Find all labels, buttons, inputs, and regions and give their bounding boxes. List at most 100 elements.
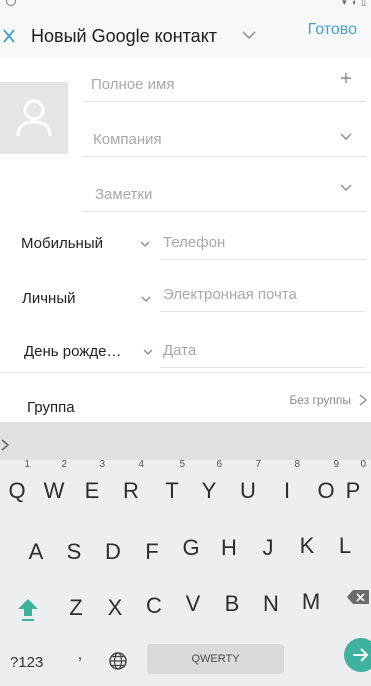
- status-icons: ▾ ◖ ▯: [342, 0, 367, 7]
- phone-input[interactable]: Телефон: [160, 220, 366, 260]
- key-g[interactable]: G: [176, 530, 206, 566]
- shift-key[interactable]: [14, 594, 42, 624]
- key-q[interactable]: Q1: [2, 459, 32, 509]
- key-o[interactable]: O9: [311, 459, 341, 509]
- comma-label: ,: [77, 646, 83, 663]
- person-icon: [16, 99, 52, 137]
- phone-type-label: Мобильный: [21, 235, 103, 252]
- notes-placeholder: Заметки: [95, 186, 153, 203]
- date-type-label: День рожде…: [24, 343, 122, 360]
- keyboard: Q1 W2 E3 R4 T5 Y6 U7 I8 O9 P0 A S D F G …: [0, 422, 371, 686]
- key-l[interactable]: L: [330, 528, 360, 564]
- key-hint: 9: [333, 459, 339, 470]
- key-hint: 4: [138, 459, 144, 470]
- chevron-down-icon[interactable]: [241, 27, 257, 43]
- key-u[interactable]: U7: [233, 459, 263, 509]
- app-header: Новый Google контакт Готово: [0, 14, 371, 58]
- status-icon: [6, 0, 16, 6]
- chevron-down-icon: [141, 296, 151, 302]
- key-label: Q: [8, 478, 26, 503]
- key-b[interactable]: B: [217, 586, 247, 622]
- group-label: Группа: [27, 399, 75, 416]
- status-bar: ▾ ◖ ▯: [0, 0, 371, 14]
- key-y[interactable]: Y6: [194, 459, 224, 509]
- globe-icon: [109, 652, 127, 670]
- key-hint: 0: [360, 459, 366, 470]
- done-button[interactable]: Готово: [308, 21, 357, 39]
- key-label: W: [43, 478, 65, 503]
- email-input[interactable]: Электронная почта: [160, 272, 366, 312]
- company-field[interactable]: Компания: [83, 117, 366, 157]
- company-placeholder: Компания: [93, 131, 162, 148]
- key-m[interactable]: M: [296, 584, 326, 620]
- chevron-right-icon[interactable]: [0, 438, 10, 452]
- key-label: P: [345, 478, 361, 503]
- page-title[interactable]: Новый Google контакт: [31, 26, 217, 47]
- phone-type-dropdown[interactable]: Мобильный: [21, 235, 151, 257]
- backspace-icon: [347, 590, 369, 604]
- key-j[interactable]: J: [253, 530, 283, 566]
- key-label: T: [165, 478, 179, 503]
- key-h[interactable]: H: [214, 530, 244, 566]
- email-placeholder: Электронная почта: [163, 286, 297, 303]
- key-i[interactable]: I8: [272, 459, 302, 509]
- key-label: E: [84, 478, 100, 503]
- phone-placeholder: Телефон: [163, 234, 226, 251]
- key-t[interactable]: T5: [157, 459, 187, 509]
- key-label: O: [317, 478, 335, 503]
- email-type-label: Личный: [22, 290, 76, 307]
- key-hint: 2: [61, 459, 67, 470]
- chevron-down-icon[interactable]: [338, 129, 354, 145]
- key-c[interactable]: C: [139, 588, 169, 624]
- chevron-down-icon[interactable]: [338, 180, 354, 196]
- symbols-key[interactable]: ?123: [10, 654, 43, 671]
- chevron-right-icon: [359, 394, 368, 406]
- date-type-dropdown[interactable]: День рожде…: [24, 343, 154, 365]
- key-z[interactable]: Z: [61, 590, 91, 626]
- key-hint: 7: [255, 459, 261, 470]
- arrow-right-icon: [353, 648, 369, 662]
- key-f[interactable]: F: [137, 534, 167, 570]
- shift-icon: [18, 599, 38, 621]
- keyboard-toolbar: [0, 422, 371, 460]
- comma-key[interactable]: ,: [68, 646, 92, 676]
- key-hint: 1: [24, 459, 30, 470]
- key-label: Y: [201, 478, 217, 503]
- full-name-placeholder: Полное имя: [91, 76, 175, 93]
- key-w[interactable]: W2: [39, 459, 69, 509]
- group-value: Без группы: [289, 393, 351, 407]
- space-key[interactable]: QWERTY: [147, 644, 284, 674]
- key-hint: 5: [179, 459, 185, 470]
- key-n[interactable]: N: [256, 586, 286, 622]
- enter-key[interactable]: [344, 638, 371, 672]
- avatar[interactable]: [0, 82, 68, 154]
- key-a[interactable]: A: [21, 534, 51, 570]
- contact-form: Полное имя Компания Заметки Мобильный Те…: [0, 58, 371, 422]
- chevron-down-icon: [140, 241, 150, 247]
- notes-field[interactable]: Заметки: [83, 172, 366, 212]
- date-input[interactable]: Дата: [160, 328, 366, 368]
- key-k[interactable]: K: [292, 528, 322, 564]
- key-hint: 3: [99, 459, 105, 470]
- chevron-down-icon: [143, 349, 153, 355]
- full-name-field[interactable]: Полное имя: [83, 62, 366, 102]
- close-icon[interactable]: [0, 26, 16, 46]
- globe-key[interactable]: [107, 650, 129, 672]
- key-x[interactable]: X: [100, 590, 130, 626]
- email-type-dropdown[interactable]: Личный: [22, 290, 152, 312]
- key-hint: 6: [216, 459, 222, 470]
- group-row[interactable]: Группа Без группы: [0, 372, 371, 422]
- key-e[interactable]: E3: [77, 459, 107, 509]
- key-d[interactable]: D: [98, 534, 128, 570]
- key-s[interactable]: S: [59, 534, 89, 570]
- key-p[interactable]: P0: [338, 459, 368, 509]
- backspace-key[interactable]: [345, 586, 371, 608]
- plus-icon[interactable]: [338, 70, 354, 86]
- key-label: R: [123, 478, 139, 503]
- key-label: I: [283, 478, 291, 503]
- key-r[interactable]: R4: [116, 459, 146, 509]
- key-hint: 8: [294, 459, 300, 470]
- key-label: U: [240, 478, 256, 503]
- date-placeholder: Дата: [163, 342, 197, 359]
- key-v[interactable]: V: [178, 586, 208, 622]
